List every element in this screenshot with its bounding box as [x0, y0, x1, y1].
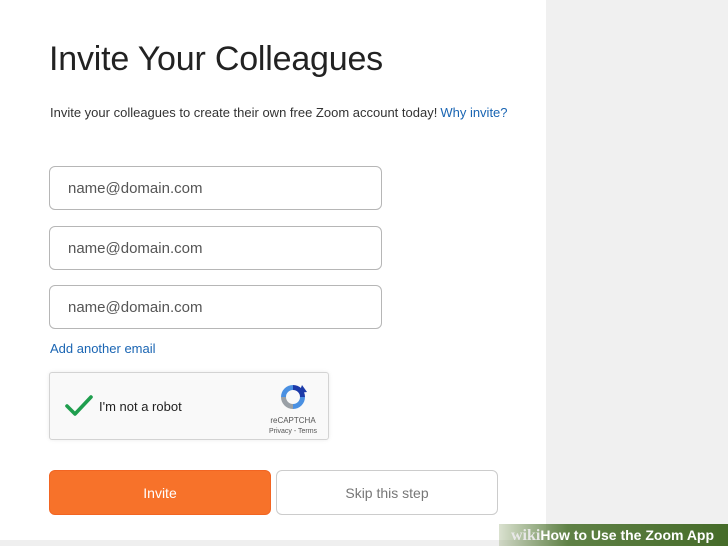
- checkmark-icon: [65, 395, 93, 416]
- watermark-prefix: wiki: [511, 527, 541, 544]
- recaptcha-brand: reCAPTCHA: [270, 416, 316, 425]
- invite-button[interactable]: Invite: [49, 470, 271, 515]
- bottom-strip: [0, 540, 546, 546]
- add-another-email-link[interactable]: Add another email: [50, 341, 156, 356]
- side-panel: [546, 0, 728, 546]
- recaptcha-widget: I'm not a robot reCAPTCHA Privacy - Term…: [49, 372, 329, 440]
- email-field-2[interactable]: [49, 226, 382, 270]
- recaptcha-logo-icon: [278, 382, 308, 412]
- wikihow-watermark: wikiHow to Use the Zoom App: [499, 524, 728, 546]
- terms-link[interactable]: Terms: [298, 428, 317, 435]
- recaptcha-checkbox[interactable]: [64, 391, 94, 421]
- page-title: Invite Your Colleagues: [49, 40, 383, 78]
- recaptcha-label: I'm not a robot: [99, 399, 182, 414]
- email-field-1[interactable]: [49, 166, 382, 210]
- recaptcha-terms-links: Privacy - Terms: [260, 428, 326, 435]
- skip-step-button[interactable]: Skip this step: [276, 470, 498, 515]
- invite-description-text: Invite your colleagues to create their o…: [50, 105, 438, 120]
- invite-description: Invite your colleagues to create their o…: [50, 105, 508, 120]
- watermark-title: How to Use the Zoom App: [540, 527, 715, 543]
- privacy-link[interactable]: Privacy: [269, 428, 292, 435]
- email-field-3[interactable]: [49, 285, 382, 329]
- why-invite-link[interactable]: Why invite?: [440, 105, 507, 120]
